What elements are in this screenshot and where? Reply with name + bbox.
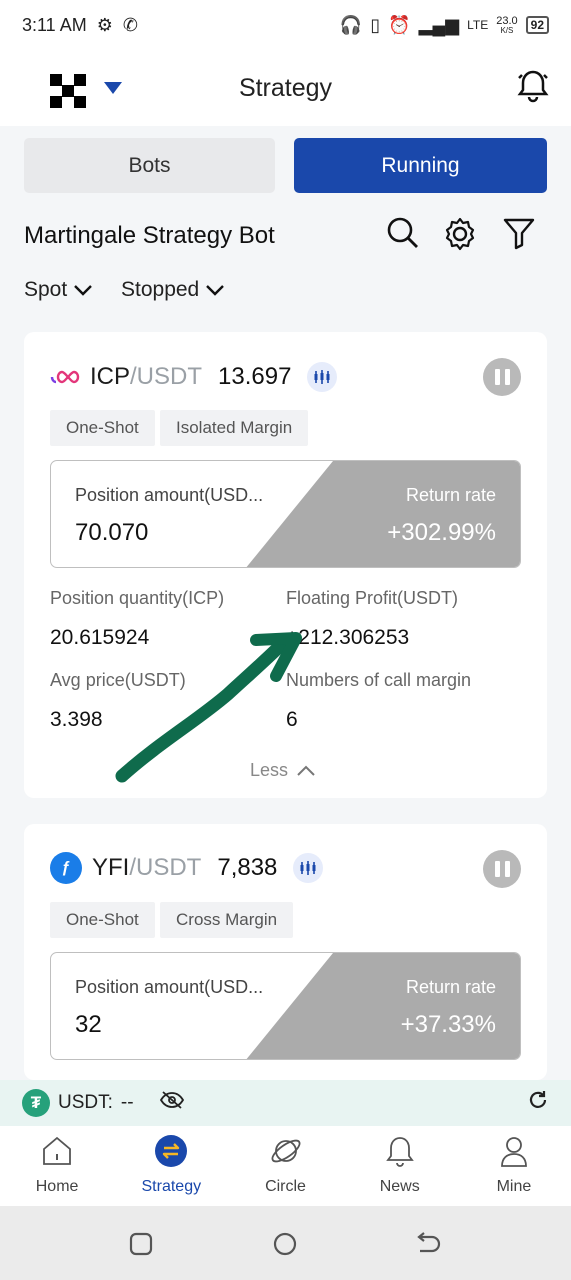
position-quantity-label: Position quantity(ICP)	[50, 588, 225, 608]
signal-icon: ▂▄▆	[418, 15, 460, 35]
pause-button[interactable]	[483, 850, 521, 888]
floating-profit-value: +212.306253	[286, 626, 410, 649]
call-margin-count-value: 6	[286, 708, 298, 731]
news-bell-icon	[385, 1137, 414, 1167]
kline-chart-icon[interactable]	[293, 853, 324, 883]
collapse-details-button[interactable]: Less	[250, 760, 316, 781]
bottom-navigation: Home Strategy Circle News Mine	[0, 1126, 571, 1206]
market-filter-label: Spot	[24, 278, 68, 301]
planet-icon	[271, 1139, 300, 1163]
floating-profit-label: Floating Profit(USDT)	[286, 588, 459, 608]
pause-button[interactable]	[483, 358, 521, 396]
kline-chart-icon[interactable]	[307, 362, 338, 392]
balance-value: --	[120, 1092, 134, 1113]
return-rate-label: Return rate	[405, 485, 496, 505]
tag-margin: Isolated Margin	[160, 410, 309, 446]
coin-price: 7,838	[217, 854, 278, 881]
position-summary-box: Position amount(USD... 70.070 Return rat…	[50, 460, 521, 568]
vibrate-icon: ▯	[370, 15, 381, 35]
tether-coin-icon: ₮	[22, 1089, 50, 1117]
home-icon	[43, 1136, 71, 1165]
coin-price: 13.697	[218, 363, 292, 390]
chevron-up-icon	[297, 765, 315, 776]
nav-mine-label: Mine	[496, 1178, 532, 1195]
icp-coin-icon	[50, 370, 80, 384]
position-amount-label: Position amount(USD...	[75, 485, 264, 505]
nav-circle[interactable]: Circle	[228, 1126, 342, 1206]
system-navigation-bar	[0, 1206, 571, 1280]
status-time: 3:11 AM	[22, 14, 87, 35]
tag-mode: One-Shot	[50, 410, 155, 446]
hide-balance-eye-icon[interactable]	[159, 1091, 184, 1115]
position-amount-value: 32	[75, 1011, 102, 1038]
call-margin-count-label: Numbers of call margin	[286, 670, 472, 690]
search-icon[interactable]	[386, 216, 420, 255]
market-filter-dropdown[interactable]: Spot	[24, 278, 93, 302]
home-circle-icon[interactable]	[272, 1231, 298, 1257]
settings-gear-status-icon: ⚙	[96, 15, 113, 35]
net-speed: 23.0	[496, 14, 518, 27]
yfi-coin-icon: ƒ	[50, 852, 82, 884]
bots-running-toggle: Bots Running	[24, 138, 547, 194]
return-rate-label: Return rate	[405, 977, 496, 997]
recent-apps-icon[interactable]	[128, 1231, 154, 1257]
status-filter-dropdown[interactable]: Stopped	[121, 278, 225, 302]
chevron-down-icon	[206, 285, 225, 296]
nav-news-label: News	[379, 1178, 420, 1195]
base-coin: YFI	[92, 854, 130, 881]
quote-coin: /USDT	[129, 854, 202, 881]
status-filter-label: Stopped	[121, 278, 200, 301]
quote-coin: /USDT	[130, 363, 203, 390]
whatsapp-icon: ✆	[122, 15, 138, 35]
network-type: LTE	[467, 18, 489, 32]
user-profile-icon	[501, 1137, 527, 1167]
chevron-down-icon	[74, 285, 93, 296]
bot-card-icp[interactable]: ICP/USDT 13.697 One-Shot Isolated Margin…	[24, 332, 547, 798]
tab-running[interactable]: Running	[294, 138, 547, 193]
strategy-swap-icon	[155, 1135, 188, 1167]
nav-home[interactable]: Home	[0, 1126, 114, 1206]
nav-mine[interactable]: Mine	[457, 1126, 571, 1206]
headset-icon: 🎧	[339, 15, 363, 35]
status-bar: 3:11 AM ⚙ ✆ 🎧 ▯ ⏰ ▂▄▆ LTE 23.0 K/S 92	[0, 0, 571, 50]
coin-pair-row: ƒ YFI/USDT 7,838	[50, 852, 324, 884]
position-amount-value: 70.070	[75, 519, 149, 546]
avg-price-value: 3.398	[50, 708, 103, 731]
refresh-icon[interactable]	[527, 1089, 549, 1117]
filter-icon[interactable]	[502, 216, 536, 255]
return-rate-panel	[245, 953, 520, 1059]
strategy-type-title: Martingale Strategy Bot	[24, 222, 275, 249]
tag-margin: Cross Margin	[160, 902, 294, 938]
nav-strategy-label: Strategy	[141, 1178, 202, 1195]
balance-bar: ₮ USDT: --	[0, 1080, 571, 1126]
avg-price-label: Avg price(USDT)	[50, 670, 186, 690]
back-icon[interactable]	[414, 1231, 442, 1257]
position-quantity-value: 20.615924	[50, 626, 150, 649]
net-speed-unit: K/S	[500, 25, 514, 35]
nav-home-label: Home	[35, 1178, 79, 1195]
nav-news[interactable]: News	[343, 1126, 457, 1206]
battery-level: 92	[525, 16, 549, 34]
coin-pair-row: ICP/USDT 13.697	[50, 362, 338, 392]
nav-strategy[interactable]: Strategy	[114, 1126, 228, 1206]
return-rate-value: +37.33%	[400, 1011, 496, 1038]
nav-circle-label: Circle	[265, 1178, 306, 1195]
app-header: Strategy	[0, 50, 571, 126]
tab-bots[interactable]: Bots	[24, 138, 275, 193]
page-title: Strategy	[238, 74, 333, 102]
tag-mode: One-Shot	[50, 902, 155, 938]
base-coin: ICP	[90, 363, 131, 390]
notification-bell-icon[interactable]	[515, 68, 551, 109]
alarm-icon: ⏰	[388, 15, 411, 35]
less-label: Less	[250, 760, 289, 780]
bot-card-yfi[interactable]: ƒ YFI/USDT 7,838 One-Shot Cross Margin P…	[24, 824, 547, 1080]
return-rate-value: +302.99%	[387, 519, 496, 546]
position-summary-box: Position amount(USD... 32 Return rate +3…	[50, 952, 521, 1060]
return-rate-panel	[245, 461, 520, 567]
settings-gear-icon[interactable]	[442, 216, 478, 257]
balance-label: USDT:	[58, 1092, 113, 1113]
position-amount-label: Position amount(USD...	[75, 977, 264, 997]
